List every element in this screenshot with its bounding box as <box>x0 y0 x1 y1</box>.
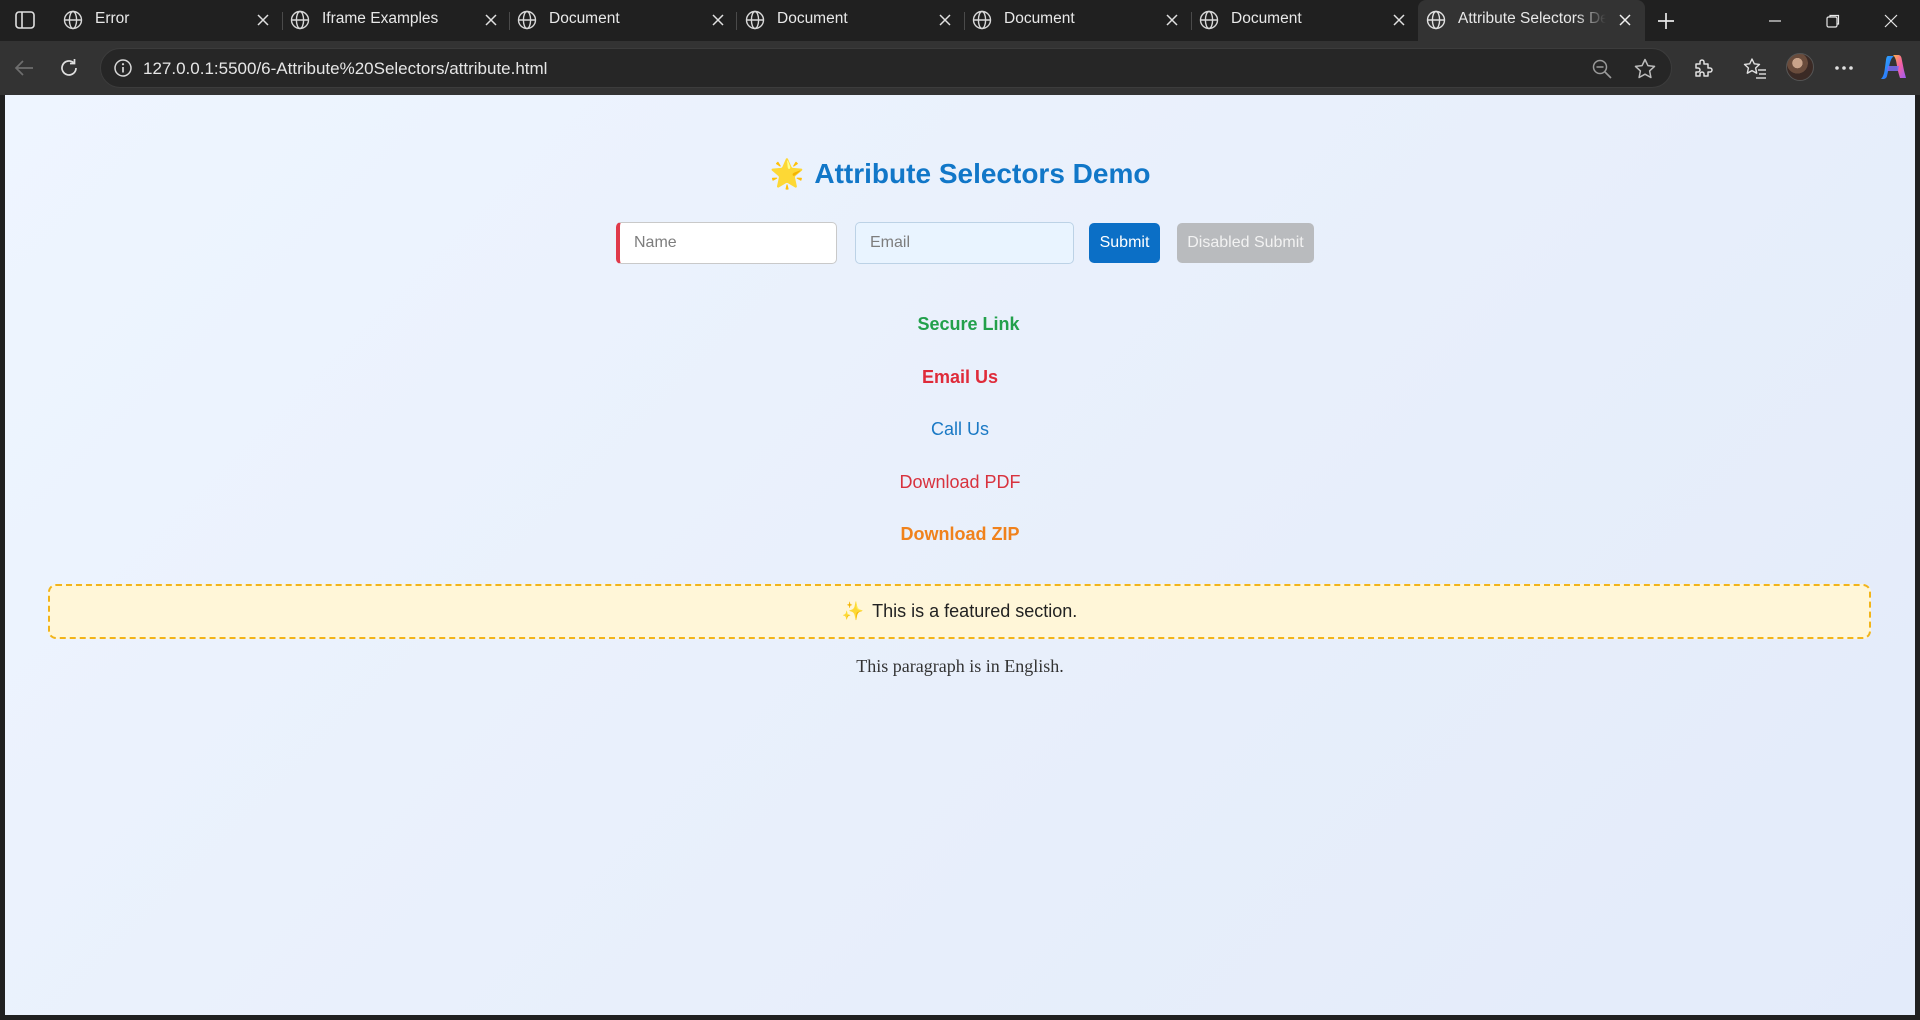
submit-button[interactable]: Submit <box>1089 223 1160 263</box>
zoom-out-icon[interactable] <box>1591 58 1613 80</box>
sidebar-toggle-icon[interactable] <box>12 8 38 32</box>
more-options-icon[interactable] <box>1829 53 1859 83</box>
email-link-row: Email Us <box>5 367 1915 388</box>
favorite-star-icon[interactable] <box>1633 57 1657 81</box>
featured-text: This is a featured section. <box>872 601 1078 621</box>
call-link-row: Call Us <box>5 419 1915 440</box>
email-input[interactable] <box>855 222 1074 264</box>
download-pdf-link[interactable]: Download PDF <box>899 472 1020 493</box>
close-icon[interactable] <box>1389 10 1409 30</box>
zip-link-row: Download ZIP <box>5 524 1915 545</box>
featured-section: ✨ This is a featured section. <box>48 584 1871 639</box>
english-paragraph: This paragraph is in English. <box>856 656 1064 676</box>
tab-attribute-selectors-demo[interactable]: Attribute Selectors Demo <box>1418 0 1645 41</box>
browser-toolbar: 127.0.0.1:5500/6-Attribute%20Selectors/a… <box>0 41 1920 95</box>
back-arrow-icon[interactable] <box>9 53 39 83</box>
email-us-link[interactable]: Email Us <box>922 367 998 388</box>
tab-title: Document <box>1004 10 1075 27</box>
minimize-icon[interactable] <box>1760 6 1790 36</box>
globe-icon <box>972 10 992 30</box>
tab-title: Document <box>549 10 620 27</box>
globe-icon <box>63 10 83 30</box>
close-icon[interactable] <box>253 10 273 30</box>
tab-document-2[interactable]: Document <box>737 0 962 41</box>
site-info-icon[interactable] <box>113 58 133 78</box>
sparkles-icon: ✨ <box>841 601 865 621</box>
url-text[interactable]: 127.0.0.1:5500/6-Attribute%20Selectors/a… <box>143 59 547 79</box>
globe-icon <box>745 10 765 30</box>
tab-document-4[interactable]: Document <box>1191 0 1416 41</box>
tab-document-1[interactable]: Document <box>509 0 734 41</box>
glowing-star-icon: 🌟 <box>769 158 805 189</box>
address-bar[interactable]: 127.0.0.1:5500/6-Attribute%20Selectors/a… <box>100 48 1672 88</box>
tab-title: Document <box>777 10 848 27</box>
secure-link-row: Secure Link <box>5 314 1915 335</box>
tab-strip: Error Iframe Examples Document Document … <box>0 0 1920 41</box>
favorites-list-icon[interactable] <box>1740 53 1770 83</box>
page-viewport: 🌟 Attribute Selectors Demo Submit Disable… <box>5 95 1915 1015</box>
disabled-submit-button: Disabled Submit <box>1177 223 1314 263</box>
call-us-link[interactable]: Call Us <box>931 419 989 440</box>
extensions-puzzle-icon[interactable] <box>1688 53 1718 83</box>
tab-title: Error <box>95 10 130 27</box>
page-title-text: Attribute Selectors Demo <box>814 158 1151 189</box>
name-input[interactable] <box>616 222 837 264</box>
tab-title: Iframe Examples <box>322 10 439 27</box>
close-icon[interactable] <box>935 10 955 30</box>
download-zip-link[interactable]: Download ZIP <box>901 524 1020 545</box>
page-title: 🌟 Attribute Selectors Demo <box>5 157 1915 190</box>
globe-icon <box>1199 10 1219 30</box>
close-icon[interactable] <box>1615 10 1635 30</box>
close-icon[interactable] <box>1162 10 1182 30</box>
close-icon[interactable] <box>481 10 501 30</box>
tab-error[interactable]: Error <box>55 0 280 41</box>
tab-title: Document <box>1231 10 1302 27</box>
pdf-link-row: Download PDF <box>5 472 1915 493</box>
globe-icon <box>517 10 537 30</box>
close-icon[interactable] <box>708 10 728 30</box>
globe-icon <box>1426 10 1446 30</box>
profile-avatar[interactable] <box>1786 53 1814 81</box>
tab-title: Attribute Selectors Demo <box>1458 10 1606 27</box>
refresh-icon[interactable] <box>54 53 84 83</box>
tab-document-3[interactable]: Document <box>964 0 1189 41</box>
globe-icon <box>290 10 310 30</box>
window-close-icon[interactable] <box>1876 6 1906 36</box>
copilot-icon[interactable] <box>1879 54 1907 80</box>
new-tab-plus-icon[interactable] <box>1653 8 1679 34</box>
tab-iframe-examples[interactable]: Iframe Examples <box>282 0 507 41</box>
secure-link[interactable]: Secure Link <box>917 314 1019 335</box>
restore-icon[interactable] <box>1818 6 1848 36</box>
